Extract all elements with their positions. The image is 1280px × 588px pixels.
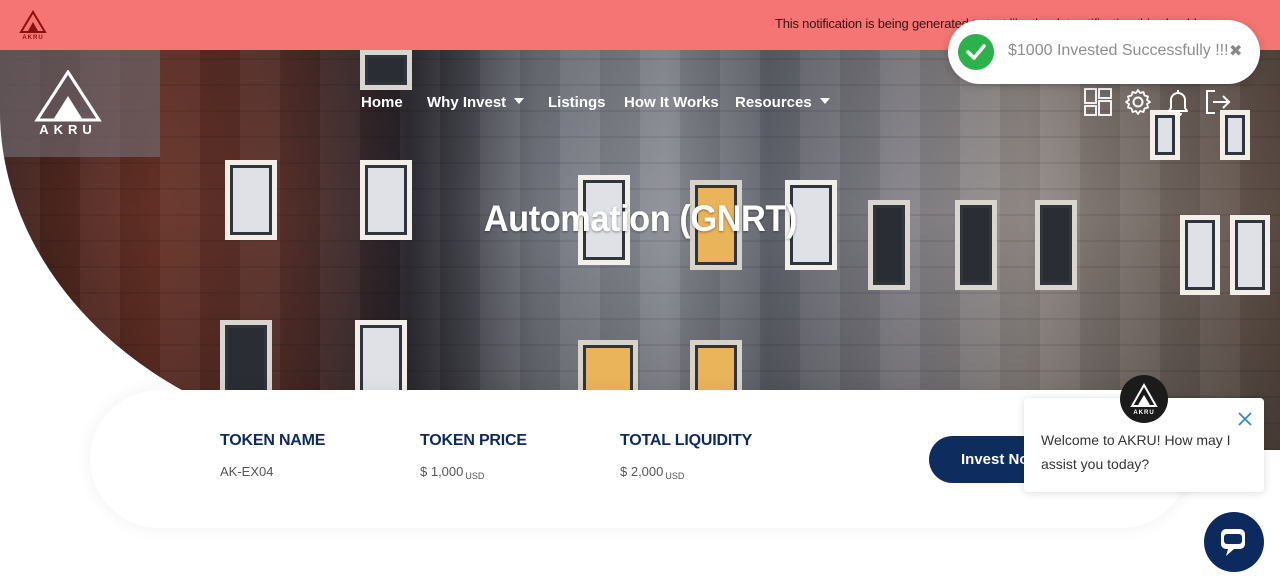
total-liquidity-value: $ 2,000 USD <box>620 464 685 481</box>
akru-logo-icon: AKRU <box>1130 382 1158 416</box>
check-circle-icon <box>958 34 994 70</box>
token-price-unit: USD <box>465 471 485 481</box>
akru-logo-icon <box>34 69 102 122</box>
logo-brand: AKRU <box>39 122 97 137</box>
nav-how-it-works[interactable]: How It Works <box>624 94 719 111</box>
nav-why-invest[interactable]: Why Invest <box>427 94 525 111</box>
token-name-value: AK-EX04 <box>220 464 274 479</box>
token-name-label: TOKEN NAME <box>220 432 326 449</box>
close-icon[interactable]: ✖ <box>1229 41 1242 61</box>
akru-logo-icon: AKRU <box>19 10 47 40</box>
chevron-down-icon <box>514 98 525 105</box>
chat-message: Welcome to AKRU! How may I assist you to… <box>1041 432 1231 472</box>
site-logo[interactable]: AKRU <box>33 69 103 138</box>
nav-home[interactable]: Home <box>361 94 403 111</box>
token-price-value: $ 1,000 USD <box>420 464 485 481</box>
svg-text:AKRU: AKRU <box>1133 410 1154 416</box>
token-price-label: TOKEN PRICE <box>420 432 527 449</box>
total-liquidity-unit: USD <box>665 471 685 481</box>
chat-bubble-icon <box>1221 529 1245 556</box>
dashboard-icon[interactable] <box>1084 88 1112 116</box>
nav-listings[interactable]: Listings <box>548 94 606 111</box>
bell-icon[interactable] <box>1164 88 1192 116</box>
total-liquidity-block: TOTAL LIQUIDITY $ 2,000 USD <box>620 432 753 481</box>
svg-text:AKRU: AKRU <box>22 35 43 40</box>
page-title: Automation (GNRT) <box>483 198 797 239</box>
token-price-block: TOKEN PRICE $ 1,000 USD <box>420 432 527 481</box>
total-liquidity-label: TOTAL LIQUIDITY <box>620 432 753 449</box>
logout-icon[interactable] <box>1204 88 1232 116</box>
nav-resources[interactable]: Resources <box>735 94 830 111</box>
close-icon[interactable] <box>1236 410 1254 428</box>
settings-icon[interactable] <box>1124 88 1152 116</box>
token-name-block: TOKEN NAME AK-EX04 <box>220 432 325 479</box>
success-toast: $1000 Invested Successfully !!! ✖ <box>948 20 1260 84</box>
toast-message: $1000 Invested Successfully !!! <box>1008 42 1229 59</box>
chat-launcher-button[interactable] <box>1204 512 1264 572</box>
chat-avatar: AKRU <box>1120 375 1168 423</box>
chevron-down-icon <box>819 98 830 105</box>
